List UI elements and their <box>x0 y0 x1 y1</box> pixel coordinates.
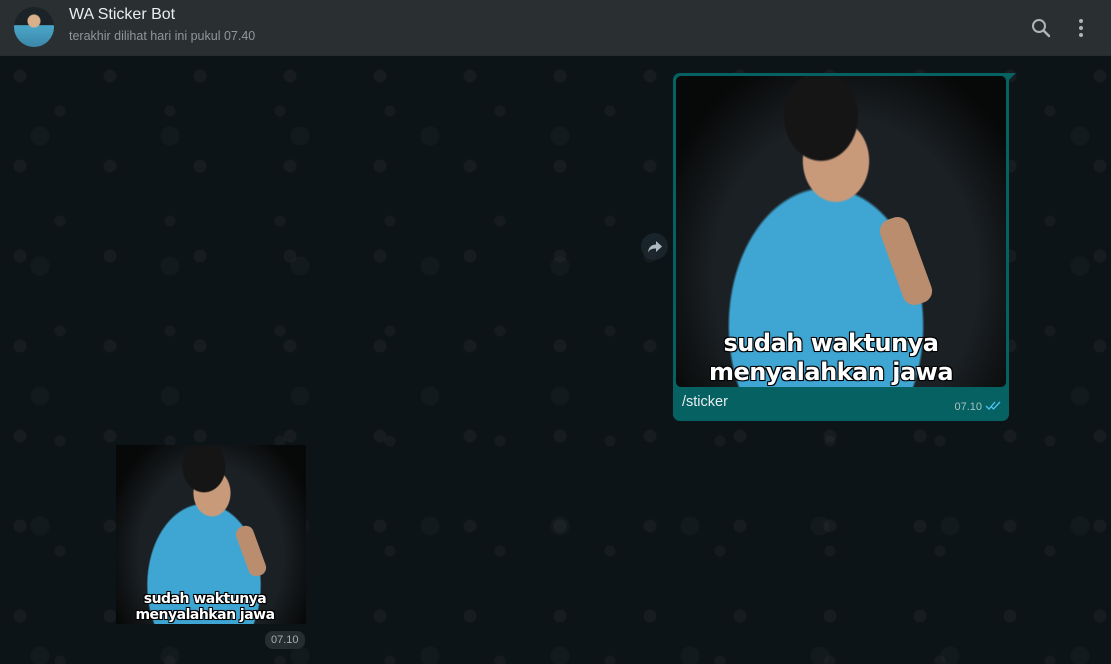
menu-icon[interactable] <box>1069 16 1093 40</box>
contact-name[interactable]: WA Sticker Bot <box>69 6 175 24</box>
message-image[interactable]: sudah waktunya menyalahkan jawa <box>676 76 1006 387</box>
message-time: 07.10 <box>954 401 982 413</box>
sticker-text-line1: sudah waktunya <box>143 591 267 607</box>
avatar[interactable] <box>14 7 54 47</box>
image-figure-arm <box>876 213 936 309</box>
image-text-line2: menyalahkan jawa <box>708 358 954 386</box>
search-icon[interactable] <box>1029 16 1053 40</box>
message-meta: 07.10 <box>954 400 1001 414</box>
sticker-time: 07.10 <box>265 631 305 649</box>
sticker-text-line2: menyalahkan jawa <box>135 607 275 623</box>
chat-header[interactable]: WA Sticker Bot terakhir dilihat hari ini… <box>0 0 1111 56</box>
forward-icon[interactable] <box>641 233 668 260</box>
last-seen-status: terakhir dilihat hari ini pukul 07.40 <box>69 29 256 43</box>
incoming-sticker[interactable]: sudah waktunya menyalahkan jawa <box>116 445 306 624</box>
double-check-icon <box>985 400 1001 414</box>
sticker-figure-arm <box>233 523 269 579</box>
outgoing-message-bubble[interactable]: sudah waktunya menyalahkan jawa /sticker… <box>673 73 1016 421</box>
bubble-tail <box>1008 73 1016 81</box>
image-text-line1: sudah waktunya <box>723 329 940 357</box>
message-caption: /sticker <box>682 394 728 410</box>
